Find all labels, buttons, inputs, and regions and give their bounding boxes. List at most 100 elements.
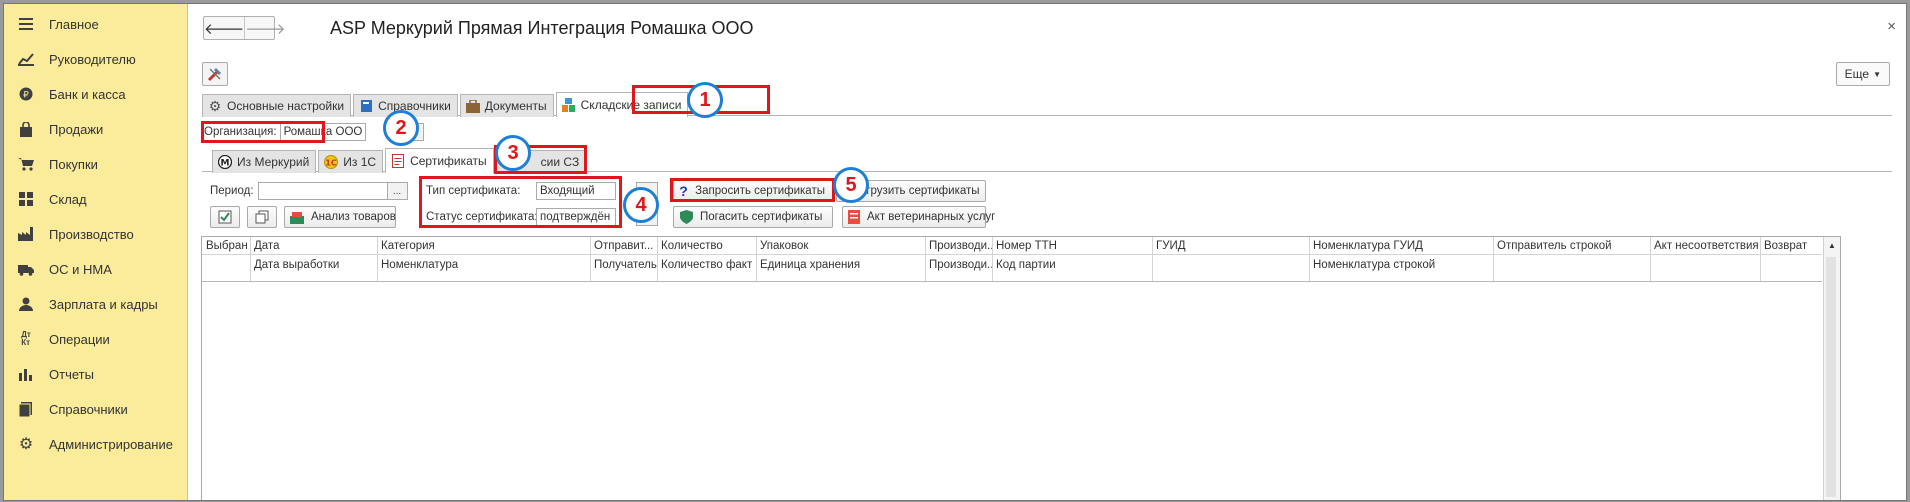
cert-status-input[interactable]: подтверждён (536, 208, 616, 226)
col-header-nomenclature[interactable]: Номенклатура (377, 256, 590, 274)
sidebar-item-main[interactable]: Главное (4, 9, 187, 39)
sidebar-item-label: Склад (49, 191, 87, 207)
col-header-production-date[interactable]: Дата выработки (250, 256, 377, 274)
sidebar-item-references[interactable]: Справочники (4, 394, 187, 424)
col-header-sender-string[interactable]: Отправитель строкой (1493, 237, 1650, 255)
sidebar-item-bank[interactable]: ₽ Банк и касса (4, 79, 187, 109)
one-c-icon: 1С (324, 155, 339, 169)
tab-label: сии СЗ (540, 155, 580, 169)
more-button[interactable]: Еще ▼ (1835, 62, 1890, 86)
organization-label: Организация: (204, 126, 277, 138)
col-header-sender[interactable]: Отправит... (590, 237, 657, 255)
sidebar-item-assets[interactable]: ОС и НМА (4, 254, 187, 284)
col-header-quantity[interactable]: Количество (657, 237, 756, 255)
goods-icon (290, 210, 304, 224)
tab-label: Сертификаты (410, 154, 487, 168)
nav-buttons: 🡐 🡒 (203, 16, 285, 40)
tab-label: Складские записи (580, 98, 682, 112)
tab-from-1c[interactable]: 1С Из 1С (318, 150, 384, 173)
tab-from-mercury[interactable]: M Из Меркурий (212, 150, 317, 173)
sidebar-item-salary[interactable]: Зарплата и кадры (4, 289, 187, 319)
shield-icon (679, 210, 693, 224)
vet-act-label: Акт ветеринарных услуг (867, 211, 996, 223)
col-header-nomenclature-string[interactable]: Номенклатура строкой (1309, 256, 1493, 274)
analysis-button[interactable]: Анализ товаров (284, 206, 396, 228)
sidebar-item-warehouse[interactable]: Склад (4, 184, 187, 214)
sidebar-item-production[interactable]: Производство (4, 219, 187, 249)
copy-icon (255, 210, 269, 224)
callout-5: 5 (833, 167, 869, 203)
col-header-producer[interactable]: Производи... (925, 237, 992, 255)
col-header-nonconformity[interactable]: Акт несоответствия (1650, 237, 1760, 253)
settings-tool-button[interactable] (202, 62, 228, 86)
person-icon (18, 296, 34, 312)
table-scrollbar[interactable]: ▲ (1823, 237, 1840, 500)
analysis-label: Анализ товаров (311, 211, 396, 223)
copy-button[interactable] (247, 206, 277, 228)
tab-certificates[interactable]: Сертификаты (385, 148, 494, 173)
sidebar-item-operations[interactable]: Дт Кт Операции (4, 324, 187, 354)
col-header-ttn[interactable]: Номер ТТН (992, 237, 1152, 255)
tab-warehouse-records[interactable]: Складские записи (555, 92, 689, 117)
sidebar-item-label: Продажи (49, 121, 104, 137)
sidebar-item-reports[interactable]: Отчеты (4, 359, 187, 389)
mercury-icon: M (218, 155, 232, 169)
period-select-button[interactable]: ... (387, 182, 408, 200)
sidebar: Главное Руководителю ₽ Банк и касса Прод… (4, 4, 188, 500)
callout-3: 3 (495, 135, 531, 171)
forward-button[interactable]: 🡒 (244, 17, 285, 39)
col-header-nomenclature-guid[interactable]: Номенклатура ГУИД (1309, 237, 1493, 255)
sidebar-item-manager[interactable]: Руководителю (4, 44, 187, 74)
tab-label: Справочники (378, 99, 451, 113)
col-header-date[interactable]: Дата (250, 237, 377, 255)
sidebar-item-sales[interactable]: Продажи (4, 114, 187, 144)
request-certs-button[interactable]: ? Запросить сертификаты (673, 180, 833, 202)
col-header-storage-unit[interactable]: Единица хранения (756, 256, 925, 274)
book-icon (18, 401, 34, 417)
redeem-certs-label: Погасить сертификаты (700, 211, 823, 223)
check-all-button[interactable] (210, 206, 240, 228)
cert-type-input[interactable]: Входящий (536, 182, 616, 200)
close-icon[interactable]: × (1887, 18, 1896, 35)
main-tabs: ⚙ Основные настройки Справочники Докумен… (202, 92, 690, 117)
col-header-packages[interactable]: Упаковок (756, 237, 925, 255)
col-header-recipient[interactable]: Получатель (590, 256, 657, 274)
col-header-producer-2[interactable]: Производи... (925, 256, 992, 274)
redeem-certs-button[interactable]: Погасить сертификаты (673, 206, 833, 228)
period-field: Период: ... (210, 182, 408, 200)
sidebar-item-label: Зарплата и кадры (49, 296, 158, 312)
back-button[interactable]: 🡐 (204, 17, 244, 39)
scroll-up-icon[interactable]: ▲ (1824, 241, 1840, 250)
certificates-table[interactable]: Выбран Дата Категория Отправит... Количе… (201, 236, 1841, 500)
period-input[interactable] (257, 182, 388, 200)
organization-input[interactable]: Ромашка ООО (279, 123, 366, 141)
sidebar-item-label: Справочники (49, 401, 128, 417)
col-header-quantity-fact[interactable]: Количество факт (657, 256, 756, 274)
tab-basic-settings[interactable]: ⚙ Основные настройки (202, 94, 352, 117)
bar-chart-icon (18, 366, 34, 382)
tab-label: Из Меркурий (237, 155, 310, 169)
chevron-down-icon: ▼ (1873, 69, 1881, 79)
tab-label: Документы (484, 99, 547, 113)
col-header-batch-code[interactable]: Код партии (992, 256, 1152, 274)
sidebar-item-purchases[interactable]: Покупки (4, 149, 187, 179)
page-title: ASP Меркурий Прямая Интеграция Ромашка О… (330, 18, 754, 38)
sidebar-item-label: Руководителю (49, 51, 136, 67)
col-header-return[interactable]: Возврат (1760, 237, 1822, 255)
tab-label: Основные настройки (227, 99, 345, 113)
col-header-category[interactable]: Категория (377, 237, 590, 255)
col-header-guid[interactable]: ГУИД (1152, 237, 1309, 255)
scroll-track[interactable] (1826, 257, 1836, 497)
period-label: Период: (210, 185, 254, 197)
request-certs-label: Запросить сертификаты (695, 185, 825, 197)
sub-tabs: M Из Меркурий 1С Из 1С Сертификаты сии С… (212, 148, 588, 173)
briefcase-icon (465, 99, 480, 113)
act-icon (848, 210, 860, 224)
col-header-selected[interactable]: Выбран (202, 237, 250, 255)
svg-text:M: M (221, 159, 230, 169)
question-icon: ? (679, 183, 688, 199)
sidebar-item-label: Операции (49, 331, 110, 347)
sidebar-item-admin[interactable]: ⚙ Администрирование (4, 429, 187, 459)
vet-act-button[interactable]: Акт ветеринарных услуг (842, 206, 995, 228)
tab-documents[interactable]: Документы (459, 94, 554, 117)
